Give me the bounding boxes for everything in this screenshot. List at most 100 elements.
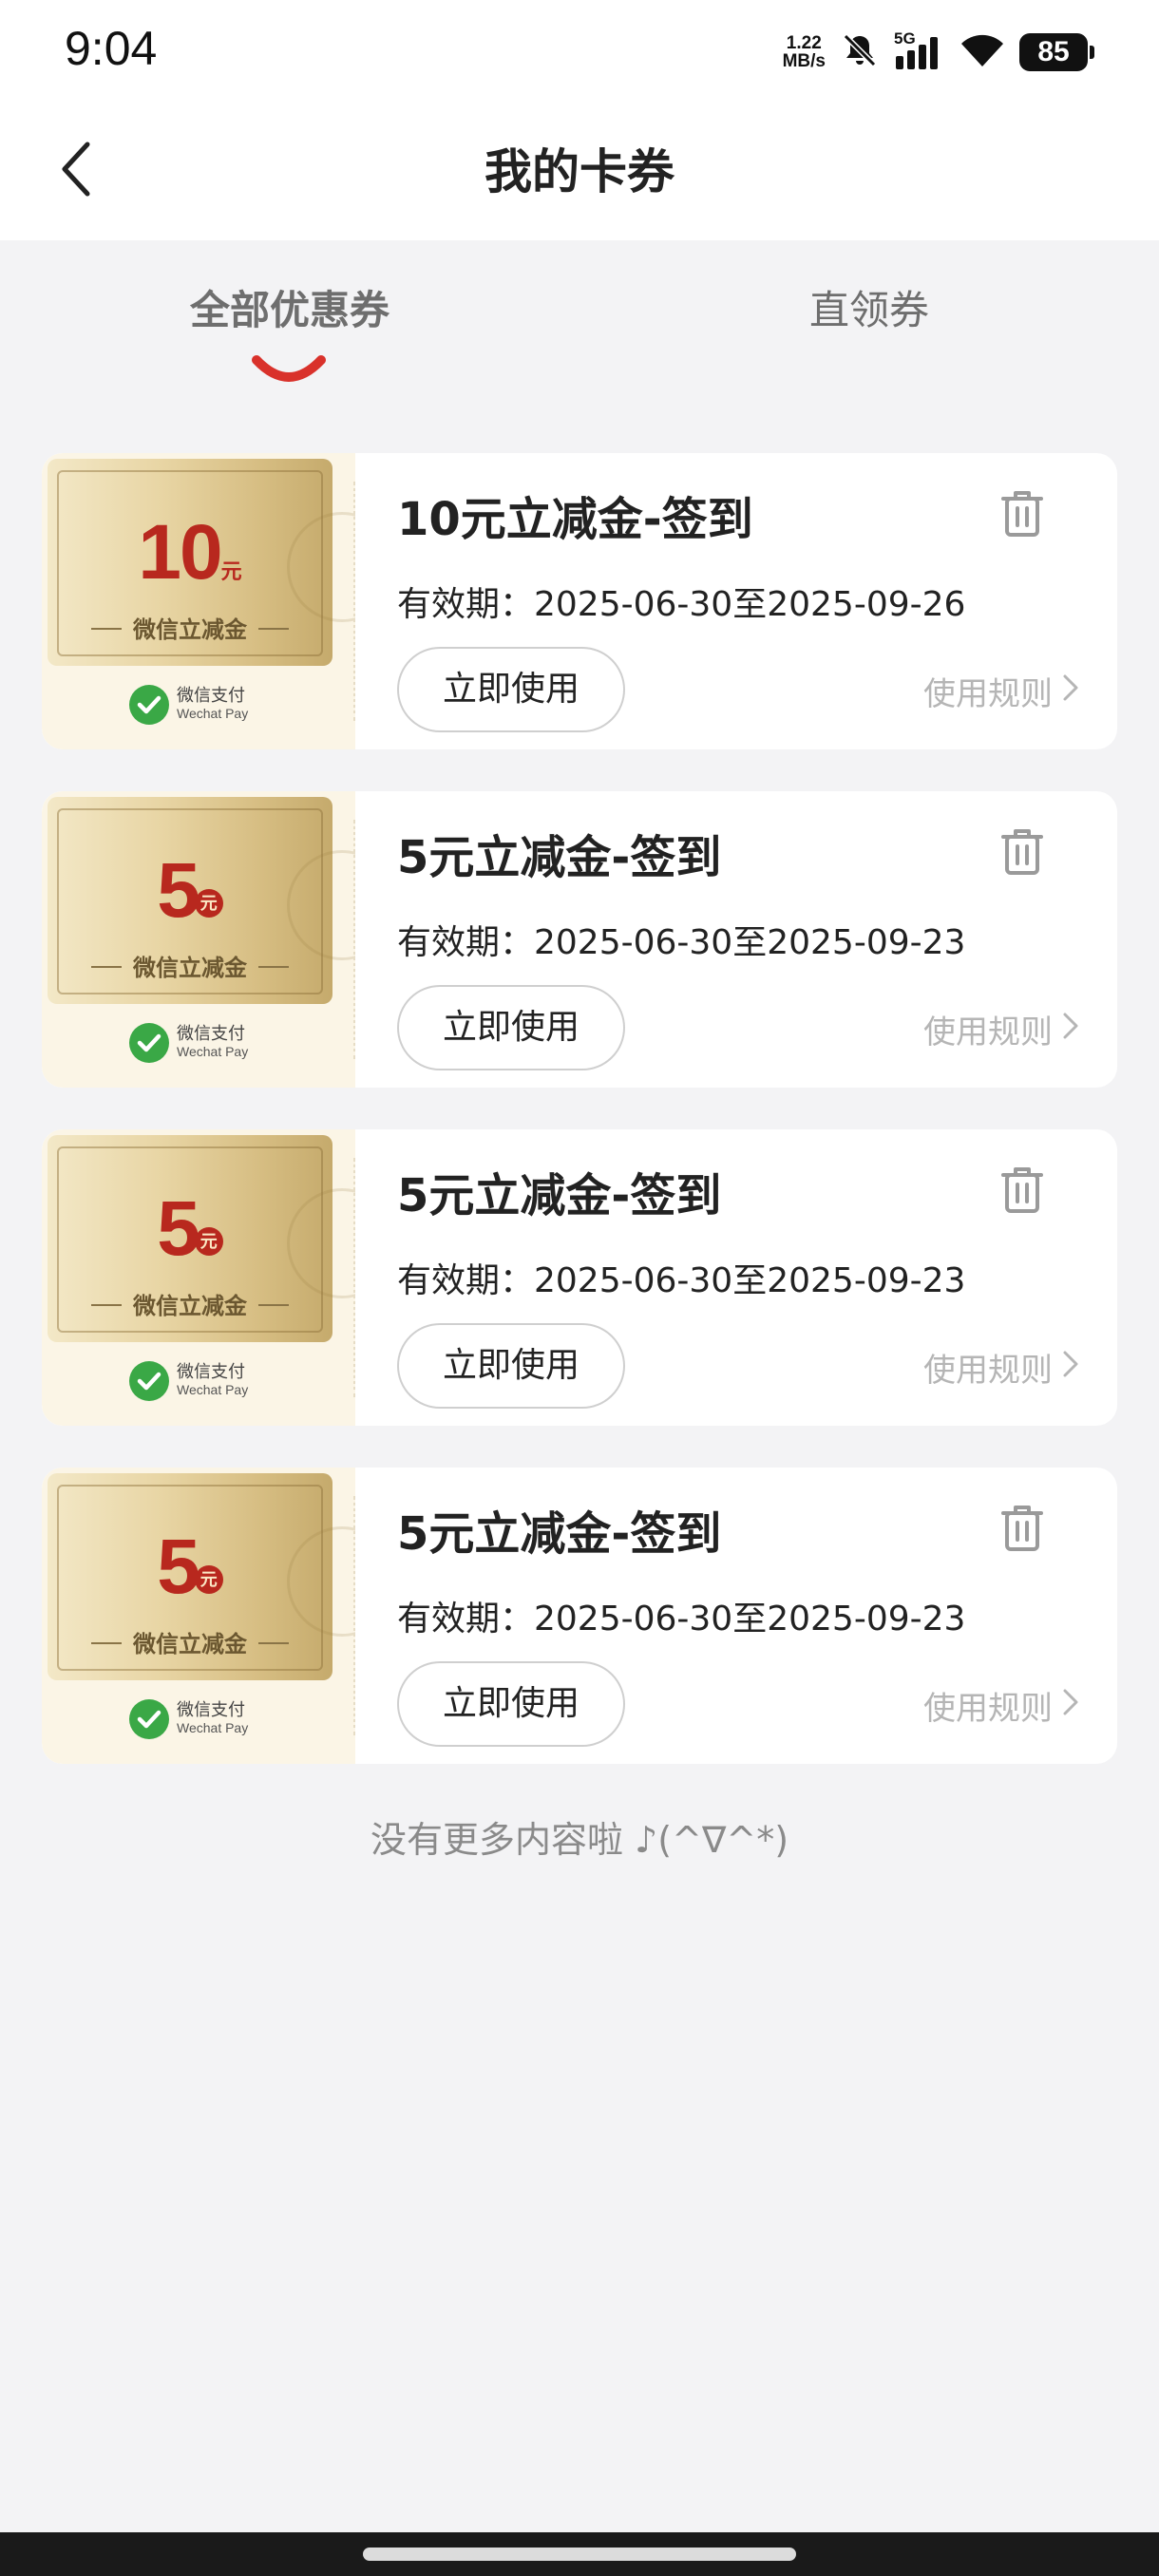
trash-icon [1001, 1165, 1043, 1219]
ticket-type: 微信立减金 [48, 1625, 332, 1658]
tab-direct-coupons[interactable]: 直领券 [670, 278, 1069, 336]
ticket-face: 5元 微信立减金 [48, 1135, 355, 1342]
system-nav-bar [0, 2532, 1159, 2576]
ticket-amount: 5元 [48, 1523, 332, 1612]
chevron-right-icon [1062, 1687, 1079, 1725]
wechat-pay-badge: 微信支付 Wechat Pay [129, 1023, 248, 1063]
tab-bar: 全部优惠券 直领券 [0, 240, 1159, 402]
ticket-type-label: 微信立减金 [133, 1293, 247, 1319]
ticket-amount-value: 5 [157, 1185, 200, 1272]
ticket-amount: 10元 [48, 508, 332, 597]
ticket-amount: 5元 [48, 1184, 332, 1274]
coupon-title: 5元立减金-签到 [397, 831, 722, 884]
validity-period: 有效期：2025-06-30至2025-09-23 [397, 1600, 966, 1638]
ticket-type-label: 微信立减金 [133, 616, 247, 643]
validity-period: 有效期：2025-06-30至2025-09-23 [397, 923, 966, 962]
wechat-pay-en: Wechat Pay [177, 706, 249, 721]
wechat-pay-en: Wechat Pay [177, 1382, 249, 1397]
ticket-face: 5元 微信立减金 [48, 797, 355, 1004]
mute-icon [841, 31, 879, 73]
ticket-type: 微信立减金 [48, 611, 332, 644]
ticket-amount-value: 5 [157, 1524, 200, 1610]
ticket-amount-value: 5 [157, 847, 200, 934]
wechat-pay-badge: 微信支付 Wechat Pay [129, 685, 248, 725]
net-speed-value: 1.22 [786, 33, 822, 53]
ticket-perforation [353, 820, 355, 1059]
usage-rules-label: 使用规则 [923, 1352, 1053, 1390]
wechat-pay-icon [129, 1023, 169, 1063]
coupon-ticket: 5元 微信立减金 微信支付 Wechat Pay [42, 1129, 355, 1426]
trash-icon [1001, 1504, 1043, 1557]
usage-rules-link[interactable]: 使用规则 [923, 1344, 1079, 1391]
ticket-face: 5元 微信立减金 [48, 1473, 355, 1680]
wechat-pay-cn: 微信支付 [177, 1024, 245, 1044]
ticket-amount-value: 10 [138, 509, 222, 596]
coupon-card: 5元 微信立减金 微信支付 Wechat Pay 5元立减金-签到 有效期：20… [42, 1129, 1117, 1426]
ticket-type: 微信立减金 [48, 949, 332, 982]
coupon-ticket: 5元 微信立减金 微信支付 Wechat Pay [42, 1468, 355, 1764]
ticket-amount-unit: 元 [194, 1227, 223, 1256]
chevron-right-icon [1062, 1349, 1079, 1387]
use-now-button[interactable]: 立即使用 [397, 647, 625, 732]
delete-button[interactable] [996, 825, 1049, 882]
tab-all-coupons[interactable]: 全部优惠券 [90, 278, 489, 336]
delete-button[interactable] [996, 1164, 1049, 1221]
ticket-perforation [353, 1158, 355, 1397]
net-speed-unit: MB/s [782, 51, 826, 71]
ticket-amount-unit: 元 [220, 559, 242, 583]
battery-tip [1090, 46, 1094, 59]
signal-icon: 5G [894, 29, 945, 71]
wechat-pay-cn: 微信支付 [177, 1700, 245, 1720]
chevron-right-icon [1062, 672, 1079, 710]
coupon-title: 5元立减金-签到 [397, 1169, 722, 1222]
coupon-list: 10元 微信立减金 微信支付 Wechat Pay 10元立减金-签到 有效期：… [42, 453, 1117, 1806]
status-icons: 1.22 MB/s 5G 85 [783, 28, 1094, 76]
coupon-card: 5元 微信立减金 微信支付 Wechat Pay 5元立减金-签到 有效期：20… [42, 791, 1117, 1088]
ticket-type-label: 微信立减金 [133, 955, 247, 981]
usage-rules-link[interactable]: 使用规则 [923, 1682, 1079, 1729]
status-bar: 9:04 1.22 MB/s 5G 85 [0, 0, 1159, 100]
ticket-amount: 5元 [48, 846, 332, 936]
ticket-face: 10元 微信立减金 [48, 459, 355, 666]
wechat-pay-cn: 微信支付 [177, 686, 245, 706]
coupon-card: 5元 微信立减金 微信支付 Wechat Pay 5元立减金-签到 有效期：20… [42, 1468, 1117, 1764]
ticket-perforation [353, 482, 355, 721]
use-now-button[interactable]: 立即使用 [397, 985, 625, 1070]
wechat-pay-icon [129, 685, 169, 725]
header: 我的卡券 [0, 100, 1159, 240]
wechat-pay-icon [129, 1361, 169, 1401]
validity-period: 有效期：2025-06-30至2025-09-23 [397, 1261, 966, 1300]
trash-icon [1001, 489, 1043, 542]
chevron-right-icon [1062, 1011, 1079, 1049]
usage-rules-link[interactable]: 使用规则 [923, 1006, 1079, 1052]
coupon-ticket: 5元 微信立减金 微信支付 Wechat Pay [42, 791, 355, 1088]
ticket-type: 微信立减金 [48, 1287, 332, 1320]
no-more-content-text: 没有更多内容啦 ♪(^∇^*) [370, 1819, 789, 1861]
net-speed: 1.22 MB/s [783, 34, 826, 70]
delete-button[interactable] [996, 1502, 1049, 1559]
wifi-icon [960, 32, 1004, 72]
wechat-pay-badge: 微信支付 Wechat Pay [129, 1361, 248, 1401]
home-indicator[interactable] [363, 2548, 796, 2561]
ticket-type-label: 微信立减金 [133, 1631, 247, 1657]
ticket-amount-unit: 元 [194, 1565, 223, 1594]
wechat-pay-en: Wechat Pay [177, 1720, 249, 1735]
usage-rules-label: 使用规则 [923, 1690, 1053, 1728]
usage-rules-label: 使用规则 [923, 1013, 1053, 1051]
battery-icon: 85 [1019, 33, 1094, 71]
trash-icon [1001, 827, 1043, 881]
active-tab-indicator [251, 352, 327, 394]
coupon-card: 10元 微信立减金 微信支付 Wechat Pay 10元立减金-签到 有效期：… [42, 453, 1117, 749]
delete-button[interactable] [996, 487, 1049, 544]
use-now-button[interactable]: 立即使用 [397, 1323, 625, 1409]
wechat-pay-cn: 微信支付 [177, 1362, 245, 1382]
coupon-title: 10元立减金-签到 [397, 493, 753, 546]
ticket-amount-unit: 元 [194, 889, 223, 918]
usage-rules-link[interactable]: 使用规则 [923, 668, 1079, 714]
use-now-button[interactable]: 立即使用 [397, 1661, 625, 1747]
ticket-perforation [353, 1496, 355, 1735]
wechat-pay-icon [129, 1699, 169, 1739]
status-time: 9:04 [65, 22, 158, 75]
coupon-title: 5元立减金-签到 [397, 1507, 722, 1561]
usage-rules-label: 使用规则 [923, 675, 1053, 713]
